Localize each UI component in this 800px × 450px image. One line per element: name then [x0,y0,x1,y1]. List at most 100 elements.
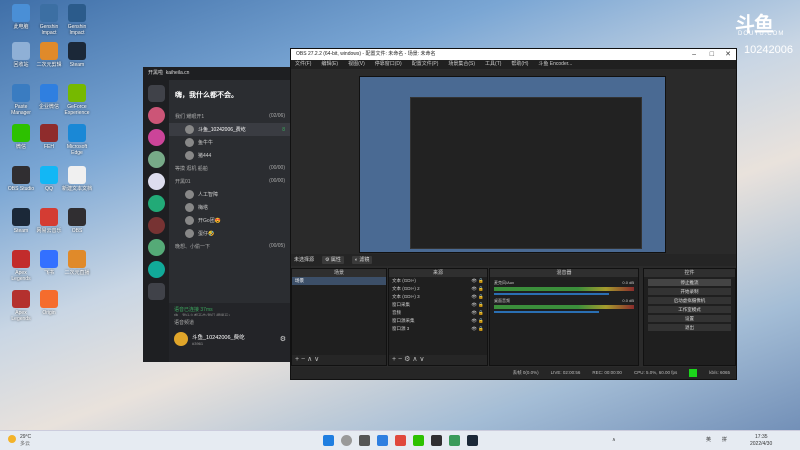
voice-channel[interactable]: 我们 耀眼开1 (02/06) [169,110,291,123]
task-view-icon[interactable] [359,435,370,446]
desktop-icon[interactable]: 微信 [6,124,36,150]
control-button[interactable]: 退出 [648,324,731,331]
control-button[interactable]: 停止推流 [648,279,731,286]
desktop-icon[interactable]: GeForce Experience [62,84,92,116]
desktop-icon[interactable]: Genshin Impact [62,4,92,36]
down-icon[interactable]: ∨ [419,356,424,363]
source-item[interactable]: 文本 (GDI+) 👁 🔒 [389,277,487,285]
desktop-icon[interactable]: Microsoft Edge [62,124,92,156]
desktop-icon[interactable]: 新建文本文档 [62,166,92,192]
up-icon[interactable]: ∧ [412,356,417,363]
source-item[interactable]: 窗口源采集 👁 🔒 [389,317,487,325]
widgets-icon[interactable] [377,435,388,446]
source-item[interactable]: 窗口源 3 👁 🔒 [389,325,487,333]
gear-icon[interactable]: ⚙ [404,356,410,363]
settings-gear-icon[interactable]: ⚙ [280,335,286,343]
desktop-icon[interactable]: 企业微信 [34,84,64,110]
menu-item[interactable]: 配置文件(P) [412,60,439,69]
app-icon[interactable] [449,435,460,446]
app-icon[interactable] [395,435,406,446]
ime-mode[interactable]: 拼 [722,431,727,450]
voice-channel[interactable]: 晚想、小偷一下 (00/05) [169,240,291,253]
filters-button[interactable]: ◐ 滤镜 [351,256,373,264]
visibility-lock-icon[interactable]: 👁 🔒 [471,278,484,284]
menu-item[interactable]: 停靠窗口(D) [375,60,402,69]
add-icon[interactable]: + [295,356,299,363]
server-icon[interactable] [147,173,165,190]
menu-item[interactable]: 工具(T) [485,60,501,69]
close-icon[interactable]: ✕ [725,49,731,60]
channel-member[interactable]: 开Go团😍 [169,214,291,227]
clock-date[interactable]: 2022/4/30 [750,440,772,448]
desktop-icon[interactable]: 此电脑 [6,4,36,30]
steam-icon[interactable] [467,435,478,446]
visibility-lock-icon[interactable]: 👁 🔒 [471,302,484,308]
control-button[interactable]: 工作室模式 [648,306,731,313]
desktop-icon[interactable]: 飞书 [34,250,64,276]
volume-slider[interactable] [494,293,609,295]
maximize-icon[interactable]: □ [710,49,714,60]
menu-item[interactable]: 帮助(H) [511,60,528,69]
desktop-icon[interactable]: FEH [34,124,64,150]
remove-icon[interactable]: − [301,356,305,363]
visibility-lock-icon[interactable]: 👁 🔒 [471,310,484,316]
remove-icon[interactable]: − [398,356,402,363]
desktop-icon[interactable]: 二次元直播 [62,250,92,276]
desktop-icon[interactable]: Genshin Impact [34,4,64,36]
weather-icon[interactable] [8,435,16,443]
server-icon[interactable] [147,107,165,124]
visibility-lock-icon[interactable]: 👁 🔒 [471,294,484,300]
desktop-icon[interactable]: Paste Manager [6,84,36,116]
add-icon[interactable]: + [392,356,396,363]
source-item[interactable]: 文本 (GDI+) 2 👁 🔒 [389,285,487,293]
desktop-icon[interactable]: Steam [6,208,36,234]
menu-item[interactable]: 斗鱼 Encoder... [538,60,572,69]
desktop-icon[interactable]: 二次元剪辑 [34,42,64,68]
avatar[interactable] [174,332,188,346]
channel-member[interactable]: 梅塔 [169,201,291,214]
ime-indicator[interactable]: 英 [706,431,711,450]
server-icon[interactable] [147,217,165,234]
channel-member[interactable]: 人工智障 [169,188,291,201]
desktop-icon[interactable]: 回收站 [6,42,36,68]
volume-slider[interactable] [494,311,599,313]
minimize-icon[interactable]: – [692,49,696,60]
start-icon[interactable] [323,435,334,446]
desktop-icon[interactable]: Apex Legends [6,250,36,282]
server-icon[interactable] [147,129,165,146]
server-icon[interactable] [147,239,165,256]
visibility-lock-icon[interactable]: 👁 🔒 [471,286,484,292]
voice-channel[interactable]: 开黑01 (00/00) [169,175,291,188]
source-item[interactable]: 窗口采集 👁 🔒 [389,301,487,309]
desktop-icon[interactable]: Origin [34,290,64,316]
channel-member[interactable]: 猪444 [169,149,291,162]
channel-member[interactable]: 鱼牛牛 [169,136,291,149]
search-icon[interactable] [341,435,352,446]
visibility-lock-icon[interactable]: 👁 🔒 [471,318,484,324]
up-icon[interactable]: ∧ [307,356,312,363]
control-button[interactable]: 设置 [648,315,731,322]
control-button[interactable]: 启动虚拟摄像机 [648,297,731,304]
server-icon[interactable] [147,151,165,168]
channel-member[interactable]: 斗鱼_10242006_费屹 8 [169,123,291,136]
properties-button[interactable]: ⚙ 属性 [322,256,344,264]
menu-item[interactable]: 视图(V) [348,60,365,69]
desktop-icon[interactable]: OBS Studio [6,166,36,192]
server-icon[interactable] [147,261,165,278]
scene-item[interactable]: 场景 [292,277,386,285]
server-icon[interactable] [147,195,165,212]
visibility-lock-icon[interactable]: 👁 🔒 [471,326,484,332]
voice-channel[interactable]: 等摸 逛机 船舶 (00/00) [169,162,291,175]
menu-item[interactable]: 场景集合(S) [448,60,475,69]
source-item[interactable]: 音频 👁 🔒 [389,309,487,317]
control-button[interactable]: 开始录制 [648,288,731,295]
menu-item[interactable]: 文件(F) [295,60,311,69]
channel-member[interactable]: 蛋仔🤣 [169,227,291,240]
down-icon[interactable]: ∨ [314,356,319,363]
add-server-icon[interactable] [147,283,165,300]
guild-name[interactable]: 嗨，我什么都不会。 [169,80,291,110]
tray-chevron-icon[interactable]: ∧ [612,431,616,450]
home-icon[interactable] [147,85,165,102]
desktop-icon[interactable]: 网易云音乐 [34,208,64,234]
desktop-icon[interactable]: Steam [62,42,92,68]
